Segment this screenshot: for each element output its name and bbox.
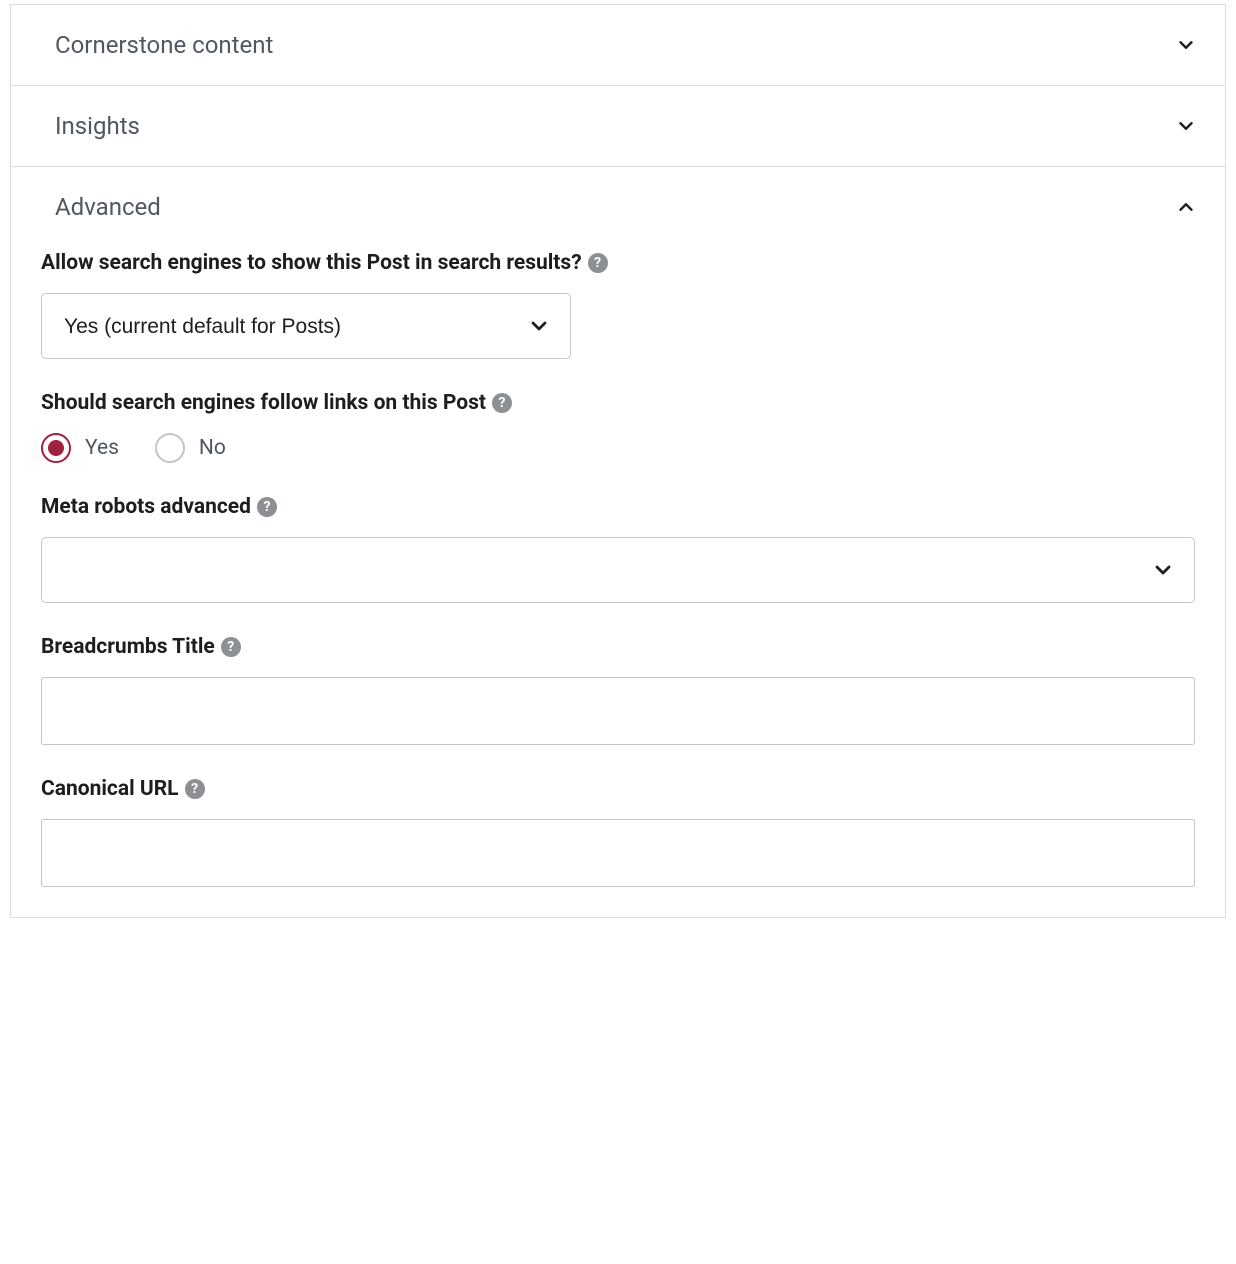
label-meta-robots: Meta robots advanced ?	[41, 495, 1195, 519]
help-icon[interactable]: ?	[257, 497, 277, 517]
chevron-up-icon	[1175, 196, 1197, 218]
label-follow-links: Should search engines follow links on th…	[41, 391, 1195, 415]
label-text-breadcrumbs: Breadcrumbs Title	[41, 635, 215, 659]
label-breadcrumbs: Breadcrumbs Title ?	[41, 635, 1195, 659]
radio-indicator-unchecked	[155, 433, 185, 463]
select-meta-robots[interactable]	[41, 537, 1195, 603]
radio-dot	[48, 440, 64, 456]
radio-follow-yes[interactable]: Yes	[41, 433, 119, 463]
radio-label-no: No	[199, 436, 226, 460]
help-icon[interactable]: ?	[185, 779, 205, 799]
section-insights: Insights	[11, 85, 1225, 166]
select-wrap-meta-robots	[41, 537, 1195, 603]
section-advanced: Advanced Allow search engines to show th…	[11, 166, 1225, 917]
field-allow-search: Allow search engines to show this Post i…	[41, 251, 1195, 359]
radio-follow-no[interactable]: No	[155, 433, 226, 463]
field-canonical: Canonical URL ?	[41, 777, 1195, 887]
radio-label-yes: Yes	[85, 436, 119, 460]
section-title-advanced: Advanced	[55, 193, 161, 221]
chevron-down-icon	[1175, 34, 1197, 56]
settings-panel: Cornerstone content Insights Advanced	[10, 4, 1226, 918]
help-icon[interactable]: ?	[492, 393, 512, 413]
input-breadcrumbs[interactable]	[41, 677, 1195, 745]
label-allow-search: Allow search engines to show this Post i…	[41, 251, 1195, 275]
label-text-follow-links: Should search engines follow links on th…	[41, 391, 486, 415]
input-canonical[interactable]	[41, 819, 1195, 887]
radio-indicator-checked	[41, 433, 71, 463]
label-text-allow-search: Allow search engines to show this Post i…	[41, 251, 582, 275]
select-allow-search[interactable]: Yes (current default for Posts)	[41, 293, 571, 359]
section-header-insights[interactable]: Insights	[11, 86, 1225, 166]
field-follow-links: Should search engines follow links on th…	[41, 391, 1195, 463]
section-title-insights: Insights	[55, 112, 140, 140]
section-cornerstone: Cornerstone content	[11, 4, 1225, 85]
help-icon[interactable]: ?	[221, 637, 241, 657]
field-meta-robots: Meta robots advanced ?	[41, 495, 1195, 603]
section-header-advanced[interactable]: Advanced	[11, 167, 1225, 247]
help-icon[interactable]: ?	[588, 253, 608, 273]
label-text-meta-robots: Meta robots advanced	[41, 495, 251, 519]
field-breadcrumbs: Breadcrumbs Title ?	[41, 635, 1195, 745]
chevron-down-icon	[1175, 115, 1197, 137]
label-text-canonical: Canonical URL	[41, 777, 179, 801]
label-canonical: Canonical URL ?	[41, 777, 1195, 801]
radio-group-follow-links: Yes No	[41, 433, 1195, 463]
section-header-cornerstone[interactable]: Cornerstone content	[11, 5, 1225, 85]
advanced-body: Allow search engines to show this Post i…	[11, 247, 1225, 917]
section-title-cornerstone: Cornerstone content	[55, 31, 273, 59]
select-wrap-allow-search: Yes (current default for Posts)	[41, 293, 571, 359]
